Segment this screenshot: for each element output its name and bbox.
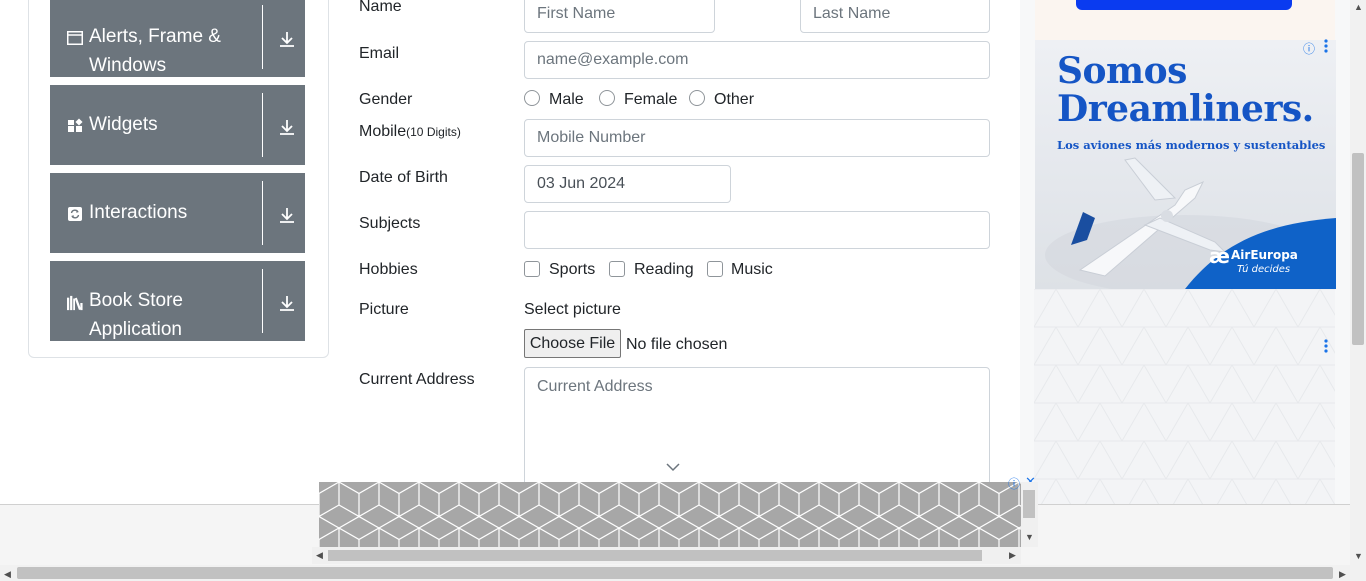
ad-banner[interactable]: Somos Dreamliners. Los aviones más moder… xyxy=(1035,40,1336,289)
hobby-music-checkbox[interactable] xyxy=(707,261,723,277)
choose-file-button[interactable]: Choose File xyxy=(524,329,621,358)
mobile-hint: (10 Digits) xyxy=(406,125,461,139)
name-label: Name xyxy=(359,0,402,15)
select-picture-label: Select picture xyxy=(524,301,621,318)
download-arrow-icon[interactable] xyxy=(277,293,297,313)
first-name-input[interactable]: First Name xyxy=(524,0,715,33)
bottom-ad-pattern xyxy=(319,482,1021,547)
address-textarea[interactable]: Current Address xyxy=(524,367,990,487)
dob-input[interactable]: 03 Jun 2024 xyxy=(524,165,731,203)
ad-pattern xyxy=(1034,289,1335,504)
mobile-input[interactable]: Mobile Number xyxy=(524,119,990,157)
chevron-down-icon[interactable] xyxy=(665,460,681,478)
divider xyxy=(262,93,263,157)
hobbies-label: Hobbies xyxy=(359,261,418,278)
ad-info-icon[interactable]: ⓘ xyxy=(1008,475,1020,492)
sidebar-group-label: Interactions xyxy=(89,202,188,223)
ad-brand: AirEuropa xyxy=(1231,248,1298,262)
scroll-down-arrow-icon[interactable]: ▼ xyxy=(1354,551,1363,561)
scroll-thumb[interactable] xyxy=(1023,490,1035,518)
gender-male-radio[interactable] xyxy=(524,90,540,106)
hobby-reading-label[interactable]: Reading xyxy=(634,261,694,279)
scroll-down-arrow-icon[interactable]: ▼ xyxy=(1025,532,1034,542)
sidebar-group-label: Book Store Application xyxy=(89,290,183,340)
sidebar-group-bookstore[interactable]: Book Store Application xyxy=(50,261,305,341)
sidebar-group-alerts[interactable]: Alerts, Frame & Windows xyxy=(50,0,305,77)
download-arrow-icon[interactable] xyxy=(277,29,297,49)
sidebar-group-label: Alerts, Frame & Windows xyxy=(89,26,221,76)
ad-top-button[interactable] xyxy=(1076,0,1292,10)
widgets-icon xyxy=(67,118,83,134)
subjects-input[interactable] xyxy=(524,211,990,249)
ad-menu-icon[interactable] xyxy=(1321,338,1331,359)
bottom-ad-frame[interactable] xyxy=(319,482,1021,547)
interactions-icon xyxy=(67,206,83,222)
divider xyxy=(262,269,263,333)
page: Alerts, Frame & Windows Widgets Interact… xyxy=(0,0,1366,581)
window-icon xyxy=(67,30,83,46)
gender-label: Gender xyxy=(359,91,413,108)
subjects-label: Subjects xyxy=(359,215,421,232)
ad-menu-icon[interactable] xyxy=(1321,38,1331,59)
dob-label: Date of Birth xyxy=(359,169,448,186)
scroll-left-arrow-icon[interactable]: ◀ xyxy=(4,569,11,580)
email-input[interactable]: name@example.com xyxy=(524,41,990,79)
bottom-ad-vscrollbar[interactable]: ▼ xyxy=(1021,482,1038,547)
gender-other-radio[interactable] xyxy=(689,90,705,106)
hobby-sports-checkbox[interactable] xyxy=(524,261,540,277)
file-status: No file chosen xyxy=(626,336,728,353)
sidebar-group-label: Widgets xyxy=(89,114,158,135)
gender-male-label[interactable]: Male xyxy=(549,91,584,109)
divider xyxy=(262,181,263,245)
bottom-ad-hscrollbar[interactable]: ◀ ▶ xyxy=(312,547,1021,564)
hobby-music-label[interactable]: Music xyxy=(731,261,773,279)
sidebar-group-widgets[interactable]: Widgets xyxy=(50,85,305,165)
gender-female-label[interactable]: Female xyxy=(624,91,677,109)
scroll-right-arrow-icon[interactable]: ▶ xyxy=(1339,569,1346,580)
scroll-thumb[interactable] xyxy=(328,550,982,561)
gender-other-label[interactable]: Other xyxy=(714,91,754,109)
scroll-up-arrow-icon[interactable]: ▲ xyxy=(1354,2,1363,12)
hobby-reading-checkbox[interactable] xyxy=(609,261,625,277)
airline-logo-icon: æ xyxy=(1209,244,1230,268)
page-hscroll-thumb[interactable] xyxy=(17,567,1333,579)
hobby-sports-label[interactable]: Sports xyxy=(549,261,595,279)
scroll-left-arrow-icon[interactable]: ◀ xyxy=(316,550,323,561)
gender-female-radio[interactable] xyxy=(599,90,615,106)
mobile-label: Mobile(10 Digits) xyxy=(359,123,461,141)
ad-tagline: Tú decides xyxy=(1237,264,1291,275)
scroll-right-arrow-icon[interactable]: ▶ xyxy=(1009,550,1016,561)
divider xyxy=(262,5,263,69)
picture-label: Picture xyxy=(359,301,409,318)
download-arrow-icon[interactable] xyxy=(277,205,297,225)
last-name-input[interactable]: Last Name xyxy=(800,0,990,33)
download-arrow-icon[interactable] xyxy=(277,117,297,137)
email-label: Email xyxy=(359,45,400,62)
address-label: Current Address xyxy=(359,371,475,388)
sidebar-group-interactions[interactable]: Interactions xyxy=(50,173,305,253)
mobile-label-text: Mobile xyxy=(359,123,407,140)
ad-info-icon[interactable]: ⓘ xyxy=(1303,40,1315,57)
books-icon xyxy=(67,295,83,311)
page-vscroll-thumb[interactable] xyxy=(1352,153,1364,345)
ad-image: Somos Dreamliners. Los aviones más moder… xyxy=(1035,40,1336,289)
